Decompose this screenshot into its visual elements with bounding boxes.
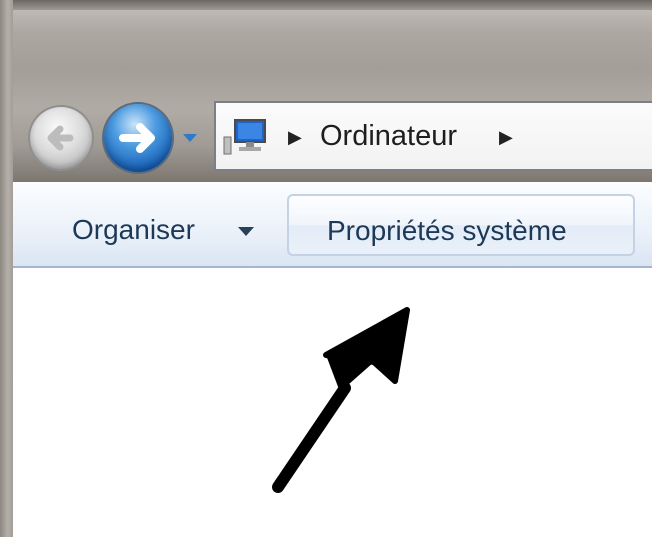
recent-pages-button[interactable] (180, 123, 200, 153)
organize-button[interactable]: Organiser (72, 214, 195, 246)
breadcrumb-location[interactable]: Ordinateur (320, 120, 457, 153)
forward-arrow-icon (119, 123, 155, 153)
window-top-edge (0, 0, 652, 10)
forward-button[interactable] (104, 104, 172, 172)
back-button[interactable] (30, 107, 92, 169)
system-properties-label: Propriétés système (327, 215, 567, 246)
system-properties-button[interactable]: Propriétés système (287, 194, 635, 256)
chevron-down-icon (183, 134, 197, 142)
back-arrow-icon (47, 125, 74, 151)
window-left-edge (0, 0, 13, 537)
command-bar: Organiser Propriétés système (13, 182, 652, 268)
address-bar[interactable]: ▶ Ordinateur ▶ (214, 101, 652, 171)
explorer-window: ▶ Ordinateur ▶ Organiser Propriétés syst… (0, 0, 652, 537)
computer-icon (222, 117, 270, 157)
breadcrumb-separator-icon[interactable]: ▶ (288, 127, 302, 148)
breadcrumb-separator-icon[interactable]: ▶ (499, 127, 513, 148)
file-list-area[interactable] (13, 268, 652, 537)
organize-dropdown-icon[interactable] (238, 227, 254, 236)
